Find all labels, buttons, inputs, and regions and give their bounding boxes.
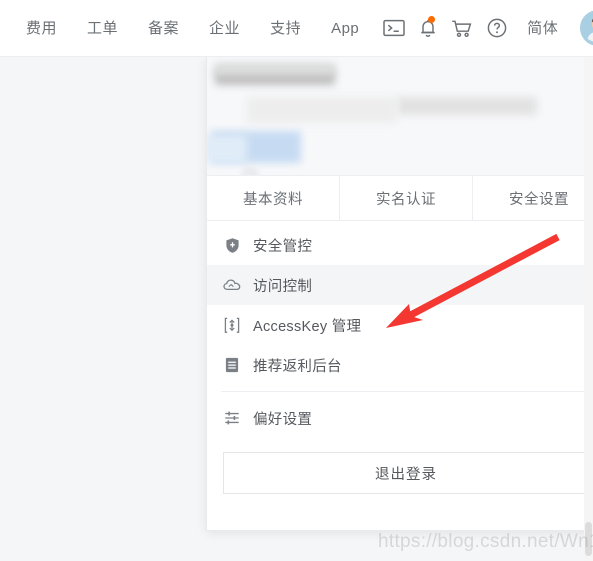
logout-button[interactable]: 退出登录 [223,452,589,494]
blurred-account-id [397,97,537,115]
account-tabs: 基本资料 实名认证 安全设置 [207,175,593,221]
blurred-account-name [215,63,335,75]
account-info-header [207,57,593,175]
menu-item-label: AccessKey 管理 [253,318,362,335]
blurred-account-id [247,97,397,123]
language-switch[interactable]: 简体 [521,21,564,36]
menu-item-preferences[interactable]: 偏好设置 [207,398,593,438]
sliders-icon [221,408,243,428]
server-icon [221,355,243,375]
tab-basic-info[interactable]: 基本资料 [207,176,340,220]
menu-item-label: 推荐返利后台 [253,358,342,375]
cart-icon[interactable] [451,15,473,41]
menu-item-label: 偏好设置 [253,411,313,428]
cloud-icon [221,275,243,295]
nav-item-icp[interactable]: 备案 [142,21,185,36]
watermark-text: https://blog.csdn.net/Wn1999 [378,531,593,552]
user-avatar[interactable] [580,10,593,46]
nav-item-app[interactable]: App [325,21,365,36]
logout-label: 退出登录 [375,466,437,483]
nav-item-fees[interactable]: 费用 [20,21,63,36]
top-navigation-bar: 费用 工单 备案 企业 支持 App 简体 [0,0,593,57]
key-exchange-icon [221,315,243,335]
menu-item-accesskey-management[interactable]: AccessKey 管理 [207,305,593,345]
menu-item-label: 安全管控 [253,238,313,255]
menu-item-label: 访问控制 [253,278,313,295]
app-root: 编辑默认域名 快速入口 创建用户 添加权限 基本资料 实名认证 [0,0,593,561]
blurred-account-tag [207,135,247,163]
tab-security-settings[interactable]: 安全设置 [473,176,593,220]
nav-item-support[interactable]: 支持 [264,21,307,36]
menu-item-referral-rebate-console[interactable]: 推荐返利后台 [207,345,593,385]
nav-item-enterprise[interactable]: 企业 [203,21,246,36]
vertical-scrollbar-track[interactable] [584,57,593,561]
terminal-icon[interactable] [383,15,406,41]
tab-label: 实名认证 [376,191,436,208]
dropdown-caret [241,166,259,175]
nav-item-tickets[interactable]: 工单 [81,21,124,36]
account-menu-list: 安全管控 访问控制 AccessKey 管理 推荐返利后台 偏好设置 [207,221,593,438]
tab-real-name-auth[interactable]: 实名认证 [340,176,473,220]
dropdown-footer: 退出登录 [207,438,593,494]
menu-item-access-control[interactable]: 访问控制 [207,265,593,305]
bell-icon[interactable] [419,15,437,41]
tab-label: 安全设置 [509,191,569,208]
menu-item-security-control[interactable]: 安全管控 [207,225,593,265]
tab-label: 基本资料 [243,191,303,208]
shield-icon [221,235,243,255]
help-circle-icon[interactable] [487,15,507,41]
account-dropdown-panel: 基本资料 实名认证 安全设置 安全管控 访问控制 AccessKey 管理 推荐… [206,57,593,531]
menu-divider [221,391,591,392]
